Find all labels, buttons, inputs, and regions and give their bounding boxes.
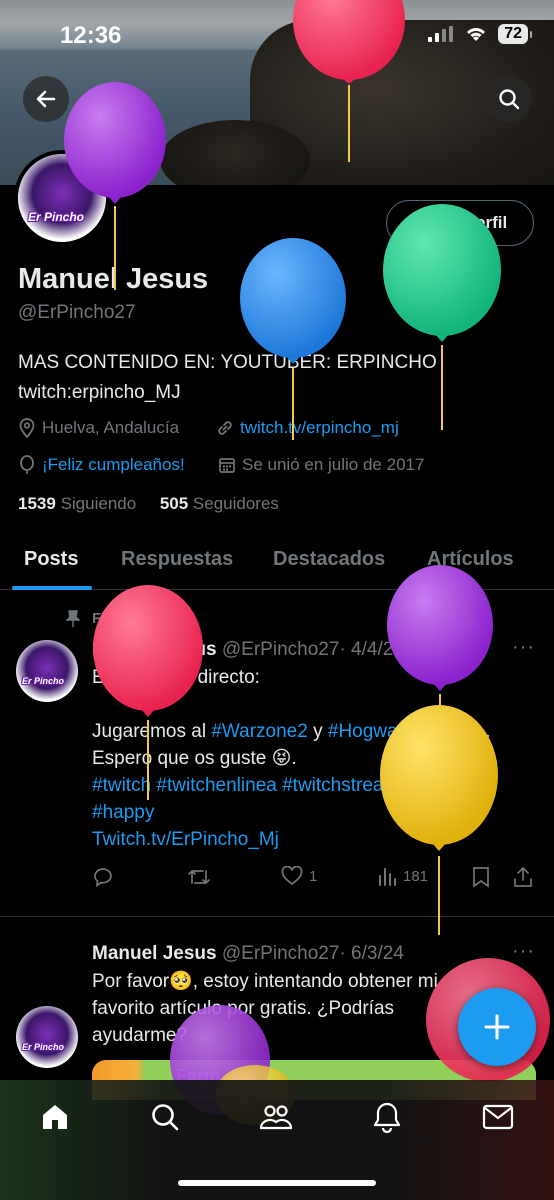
followers-label: Seguidores [192, 494, 279, 513]
profile-handle: @ErPincho27 [18, 302, 136, 323]
followers-count: 505 [159, 494, 189, 513]
link-icon [218, 421, 232, 435]
balloon-blue [240, 238, 346, 440]
post-more-icon[interactable]: ··· [512, 940, 535, 963]
notifications-bell-icon[interactable] [370, 1100, 404, 1134]
communities-icon[interactable] [259, 1100, 293, 1134]
search-button[interactable] [486, 76, 532, 122]
post-avatar[interactable]: Er Pincho [16, 1006, 78, 1068]
post-line-3: Espero que os guste 😝. [92, 748, 297, 769]
pin-icon [65, 610, 81, 633]
wifi-icon [467, 28, 486, 41]
followers-link[interactable]: 505 Seguidores [160, 494, 279, 513]
post-body: Estamos en directo: Jugaremos al #Warzon… [92, 664, 542, 853]
battery-indicator: 72 [498, 24, 532, 44]
birthday-text: ¡Feliz cumpleaños! [42, 455, 185, 474]
website-meta[interactable]: twitch.tv/erpincho_mj [216, 418, 399, 438]
repost-icon[interactable] [187, 866, 211, 892]
profile-avatar[interactable]: Er Pincho [14, 150, 110, 246]
post-author-name[interactable]: Manuel Jesus [92, 943, 217, 964]
post-avatar-logo: Er Pincho [22, 1042, 65, 1052]
status-time: 12:36 [60, 22, 122, 49]
post-avatar[interactable]: Er Pincho [16, 640, 78, 702]
location-text: Huelva, Andalucía [42, 418, 180, 437]
avatar-logo-text: Er Pincho [28, 210, 85, 224]
bio-line-1: MAS CONTENIDO EN: YOUTUBER: ERPINCHO [18, 352, 437, 373]
explore-search-icon[interactable] [148, 1100, 182, 1134]
tab-articles[interactable]: Artículos [427, 548, 514, 571]
birthday-meta: ¡Feliz cumpleaños! [18, 455, 185, 475]
pinned-label: Fijada [92, 610, 136, 627]
post-divider [0, 916, 554, 917]
following-label: Siguiendo [60, 494, 137, 513]
signal-icon [428, 26, 454, 42]
hashtag-happy[interactable]: #happy [92, 799, 542, 826]
arrow-left-icon [36, 90, 56, 108]
share-icon[interactable] [512, 866, 534, 892]
like-button[interactable]: 1 [281, 866, 317, 886]
post-date: · 4/4/23 [339, 639, 404, 660]
post-line-1: Por favor🥺, estoy intentando obtener mi [92, 971, 438, 992]
post-avatar-logo: Er Pincho [22, 676, 65, 686]
status-icons: 72 [428, 24, 532, 44]
messages-mail-icon[interactable] [481, 1100, 515, 1134]
search-icon [499, 89, 520, 110]
calendar-icon [219, 458, 235, 473]
following-link[interactable]: 1539 Siguiendo [18, 494, 136, 513]
location-pin-icon [19, 418, 35, 438]
reply-icon[interactable] [92, 866, 114, 892]
compose-post-button[interactable] [458, 988, 536, 1066]
post-actions: 1 181 [92, 866, 536, 890]
post-header: Manuel Jesus @ErPincho27· 4/4/23 [92, 636, 404, 663]
bar-chart-icon [379, 868, 396, 886]
post-line-2: Jugaremos al #Warzone2 y #HogwartsLegacy… [92, 721, 491, 742]
like-count: 1 [309, 867, 318, 885]
post-more-icon[interactable]: ··· [512, 636, 535, 659]
balloon-icon [20, 455, 34, 474]
views-button[interactable]: 181 [377, 866, 428, 886]
heart-icon [281, 866, 303, 886]
post-date: · 6/3/24 [339, 943, 404, 964]
home-icon[interactable] [38, 1100, 72, 1134]
plus-icon [484, 1014, 510, 1040]
hashtag-hogwarts[interactable]: #HogwartsLegacy [328, 721, 480, 742]
view-count: 181 [403, 867, 429, 885]
home-indicator [178, 1180, 376, 1186]
back-button[interactable] [23, 76, 69, 122]
post-author-handle: @ErPincho27 [221, 639, 340, 660]
follow-stats: 1539 Siguiendo 505 Seguidores [18, 494, 279, 514]
joined-meta: Se unió en julio de 2017 [218, 455, 424, 475]
post-author-name[interactable]: Manuel Jesus [92, 639, 217, 660]
post-line-1: Estamos en directo: [92, 667, 260, 688]
website-link[interactable]: twitch.tv/erpincho_mj [240, 418, 399, 438]
profile-bio: MAS CONTENIDO EN: YOUTUBER: ERPINCHO twi… [18, 348, 538, 408]
active-tab-indicator [12, 586, 92, 590]
bio-line-2: twitch:erpincho_MJ [18, 382, 181, 403]
tab-replies[interactable]: Respuestas [121, 548, 233, 571]
joined-text: Se unió en julio de 2017 [242, 455, 425, 474]
location-meta: Huelva, Andalucía [18, 418, 179, 438]
profile-name: Manuel Jesus [18, 263, 209, 295]
tab-posts[interactable]: Posts [24, 548, 78, 571]
edit-profile-button[interactable]: Editar perfil [386, 200, 534, 246]
bookmark-icon[interactable] [472, 866, 490, 892]
following-count: 1539 [18, 494, 56, 513]
post-hashtags[interactable]: #twitch #twitchenlinea #twitchstreamer [92, 772, 542, 799]
hashtag-warzone[interactable]: #Warzone2 [211, 721, 307, 742]
post-link[interactable]: Twitch.tv/ErPincho_Mj [92, 826, 542, 853]
post-header: Manuel Jesus @ErPincho27· 6/3/24 [92, 940, 404, 967]
profile-tabs: Posts Respuestas Destacados Artículos [0, 530, 554, 590]
tab-highlights[interactable]: Destacados [273, 548, 385, 571]
post-author-handle: @ErPincho27 [221, 943, 340, 964]
